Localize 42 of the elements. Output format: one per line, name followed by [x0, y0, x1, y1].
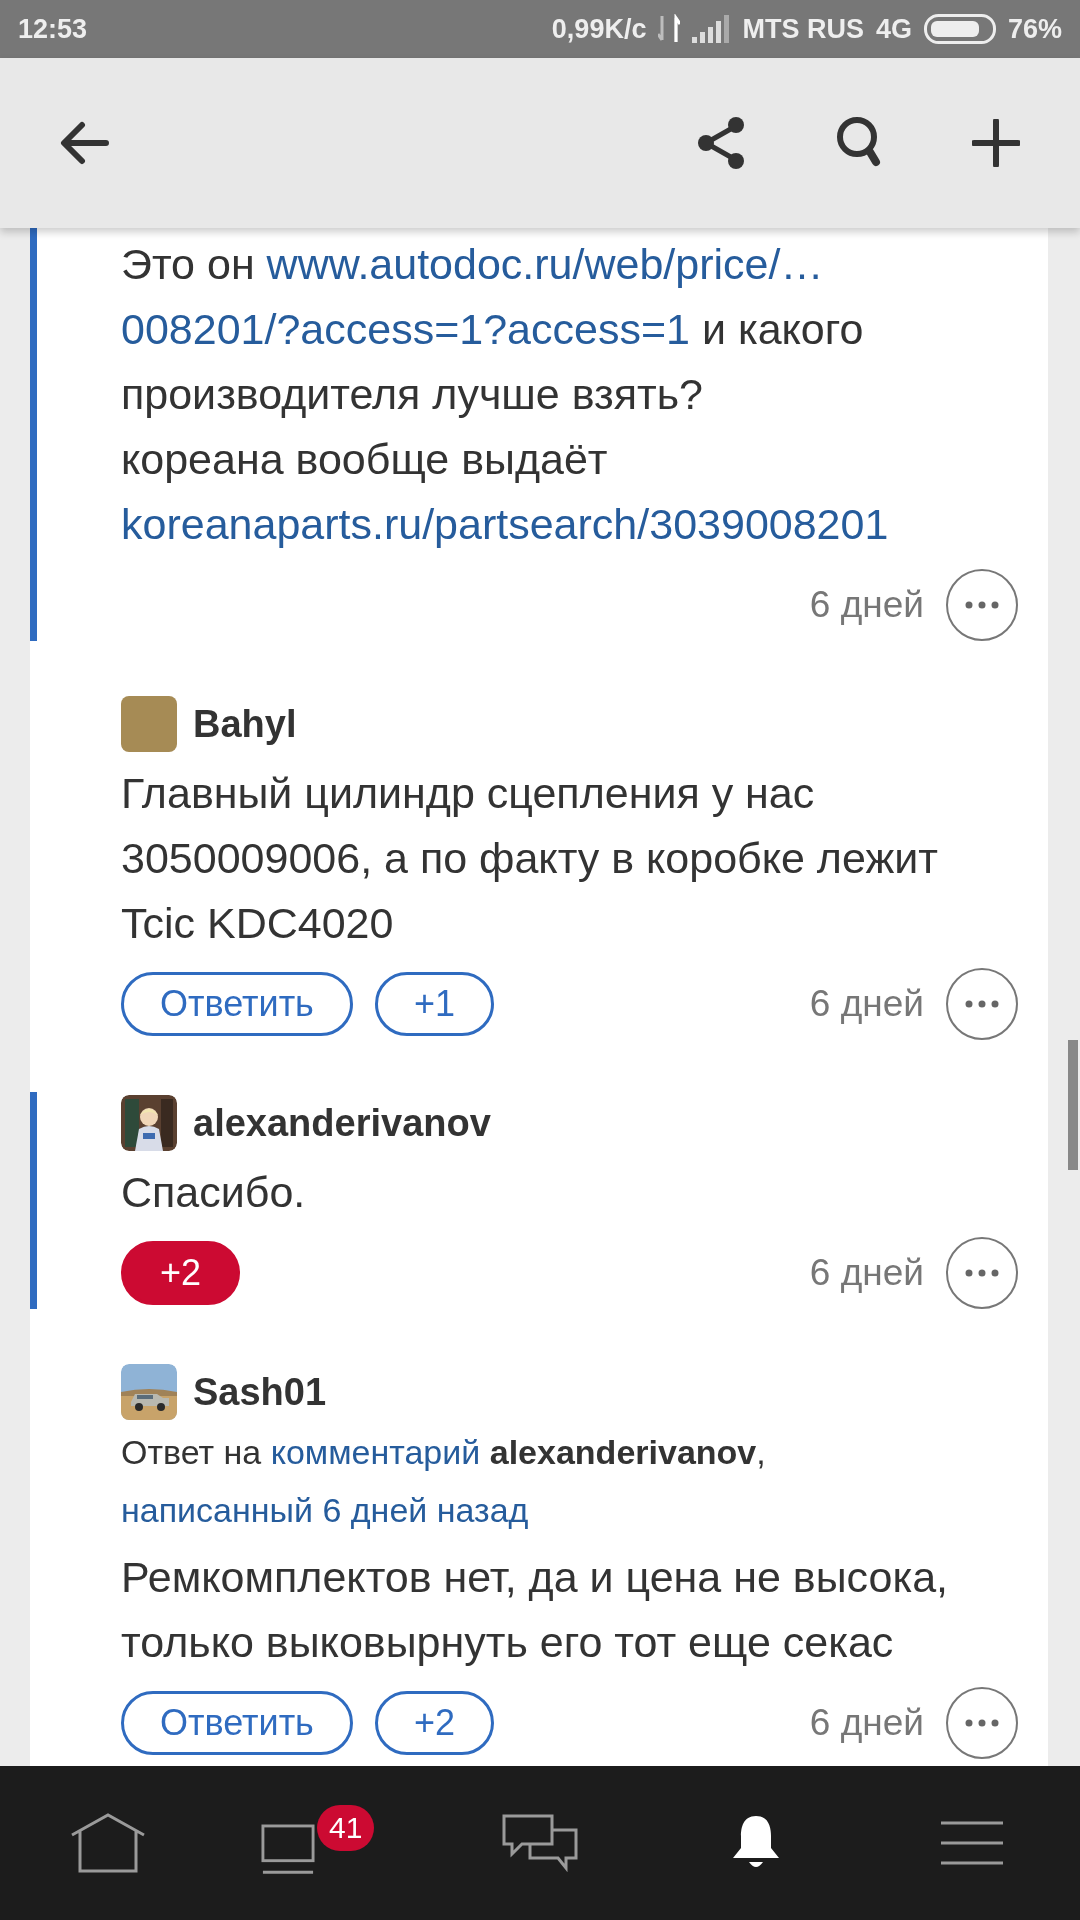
comment-time: 6 дней [809, 1702, 924, 1744]
author-name[interactable]: alexanderivanov [193, 1101, 491, 1145]
reply-button[interactable]: Ответить [121, 1691, 353, 1755]
comment-time: 6 дней [809, 983, 924, 1025]
comment-time: 6 дней [809, 584, 924, 626]
link[interactable]: написанный 6 дней назад [121, 1491, 529, 1529]
link[interactable]: www.autodoc.ru/web/price/… [266, 240, 824, 288]
more-icon [965, 1000, 999, 1008]
network-speed: 0,99K/c [551, 13, 647, 45]
author-name[interactable]: Sash01 [193, 1370, 327, 1414]
chat-icon[interactable] [502, 1814, 578, 1872]
add-icon[interactable] [972, 119, 1020, 167]
vote-button[interactable]: +2 [121, 1241, 241, 1305]
avatar [121, 696, 177, 752]
feed-tab[interactable]: 41 [261, 1805, 387, 1881]
more-icon [965, 1719, 999, 1727]
comment-time: 6 дней [809, 1252, 924, 1294]
network-type: 4G [875, 13, 912, 45]
back-arrow-icon[interactable] [60, 121, 110, 165]
author-name[interactable]: Bahyl [193, 702, 297, 746]
link[interactable]: комментарий [270, 1433, 481, 1471]
data-arrows-icon [658, 14, 681, 44]
menu-icon[interactable] [941, 1821, 1003, 1865]
vote-button[interactable]: +2 [374, 1691, 494, 1755]
carrier-name: MTS RUS [742, 13, 864, 45]
link[interactable]: koreanaparts.ru/partsearch/3039008201 [121, 500, 889, 548]
more-icon [965, 601, 999, 609]
comment-text: Главный цилиндр сцепления у нас 3050009006, а по факту в коробке лежит Tcic KDC4020 [121, 768, 939, 949]
comment-text: Спасибо. [121, 1167, 307, 1218]
link[interactable]: 008201/?access=1?access=1 [121, 305, 690, 353]
share-icon[interactable] [696, 117, 746, 169]
signal-icon [692, 15, 731, 43]
battery-icon [923, 14, 996, 44]
more-icon [965, 1269, 999, 1277]
notification-badge: 41 [317, 1805, 375, 1851]
clock: 12:53 [18, 13, 88, 45]
comment-text: Ремкомплектов нет, да и цена не высока, только выковырнуть его тот еще секас [121, 1552, 950, 1668]
comment-text: Это он www.autodoc.ru/web/price/… 008201/?access=1?access=1 и какого производителя лучше взять? кореана вообще выдаёт koreanaparts.ru/partsearch/3039008201 [121, 239, 890, 550]
reply-context: Ответ на комментарий alexanderivanov, написанный 6 дней назад [121, 1432, 767, 1531]
vote-button[interactable]: +1 [374, 972, 494, 1036]
battery-percent: 76% [1007, 13, 1062, 45]
reply-button[interactable]: Ответить [121, 972, 353, 1036]
